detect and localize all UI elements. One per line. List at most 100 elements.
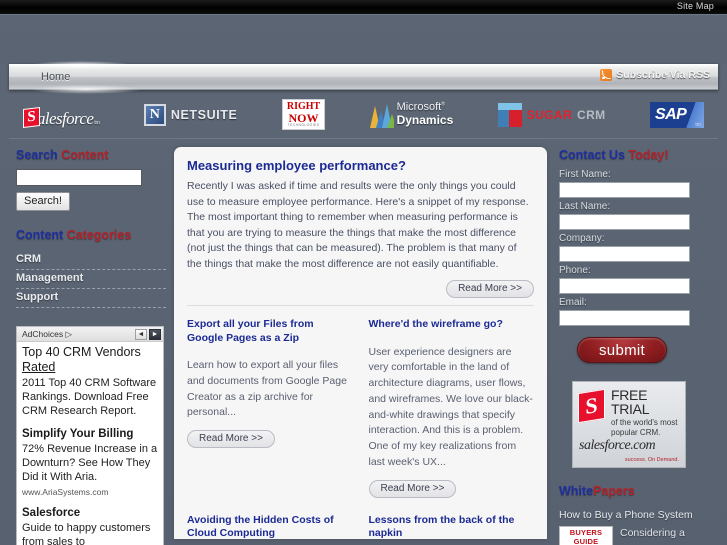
ad-item: Simplify Your Billing 72% Revenue Increa…: [22, 428, 158, 497]
sap-wordmark: SAP: [654, 105, 687, 123]
site-map-link[interactable]: Site Map: [677, 1, 714, 11]
whitepaper-title[interactable]: How to Buy a Phone System: [559, 509, 708, 521]
whitepaper-thumbnail[interactable]: BUYERS GUIDE VoIP / VIRTUAL: [559, 526, 613, 545]
search-heading-part2: Content: [61, 148, 109, 162]
whitepapers-heading-part2: Papers: [593, 484, 635, 498]
ad-description: Guide to happy customers from sales to: [22, 522, 151, 545]
last-name-field[interactable]: [559, 214, 690, 230]
ad-pager: ◄ ►: [135, 328, 161, 340]
netsuite-mark: N: [143, 103, 166, 126]
featured-article-title[interactable]: Measuring employee performance?: [187, 158, 534, 173]
first-name-field[interactable]: [559, 182, 690, 198]
category-item-crm[interactable]: CRM: [16, 251, 166, 270]
logo-sap[interactable]: SAP tm: [649, 101, 704, 128]
search-heading: Search Content: [16, 148, 166, 162]
featured-readmore-row: Read More >>: [187, 280, 534, 299]
content-divider: [187, 305, 534, 307]
search-input[interactable]: [16, 169, 142, 186]
dynamics-swoosh-icon: [369, 102, 394, 128]
rss-icon: [600, 69, 613, 81]
ad-description: 2011 Top 40 CRM Software Rankings. Downl…: [22, 376, 157, 417]
contact-heading-part1: Contact Us: [559, 148, 625, 162]
ad-item: Salesforce Guide to happy customers from…: [22, 507, 158, 545]
salesforce-mark: S: [23, 106, 40, 128]
categories-heading-part2: Categories: [66, 228, 132, 242]
adchoices-link[interactable]: AdChoices ▷: [22, 329, 72, 340]
whitepaper-row: BUYERS GUIDE VoIP / VIRTUAL Considering …: [559, 526, 708, 545]
rightnow-line3: TECHNOLOGIES: [287, 123, 320, 128]
category-list: CRM Management Support: [16, 251, 166, 308]
ad-title-link[interactable]: Salesforce: [22, 507, 158, 521]
category-item-management[interactable]: Management: [16, 270, 166, 289]
read-more-button[interactable]: Read More >>: [446, 280, 534, 299]
page-body: Search Content Search! Content Categorie…: [0, 139, 727, 545]
article-grid-row-1: Export all your Files from Google Pages …: [187, 318, 534, 513]
categories-heading-part1: Content: [16, 228, 64, 242]
logo-rightnow[interactable]: RIGHT NOW TECHNOLOGIES: [281, 99, 326, 130]
adchoices-triangle-icon: ▷: [65, 328, 73, 339]
salesforce-wordmark: alesforcetm: [37, 108, 100, 128]
phone-field[interactable]: [559, 278, 690, 294]
ad-next-icon[interactable]: ►: [149, 328, 161, 340]
netsuite-wordmark: NETSUITE: [170, 107, 238, 122]
banner-tagline: success. On Demand.: [624, 457, 679, 463]
dynamics-wordmark: Microsoft® Dynamics: [396, 101, 454, 127]
article-grid-row-2: Avoiding the Hidden Costs of Cloud Compu…: [187, 514, 534, 545]
search-heading-part1: Search: [16, 148, 58, 162]
banner-headline: FREE TRIAL: [611, 387, 650, 417]
read-more-button[interactable]: Read More >>: [187, 430, 275, 449]
read-more-button[interactable]: Read More >>: [368, 479, 457, 498]
submit-row: submit: [559, 337, 708, 363]
logo-microsoft-dynamics[interactable]: Microsoft® Dynamics: [369, 101, 454, 128]
article-title[interactable]: Lessons from the back of the napkin: [369, 514, 535, 541]
salesforce-free-trial-banner[interactable]: S FREE TRIAL of the world's most popular…: [572, 381, 686, 468]
nav-item-home[interactable]: Home: [41, 71, 70, 83]
article-excerpt: Learn how to export all your files and d…: [187, 359, 347, 419]
ad-body: Top 40 CRM Vendors Rated 2011 Top 40 CRM…: [17, 342, 163, 545]
article-excerpt: User experience designers are very comfo…: [368, 345, 533, 468]
left-sidebar: Search Content Search! Content Categorie…: [9, 139, 174, 545]
subscribe-rss-link[interactable]: Subscribe Via RSS: [600, 69, 710, 81]
banner-subtext: of the world's most popular CRM.: [611, 418, 678, 437]
sugarcrm-word1: SUGAR: [526, 107, 573, 122]
category-item-support[interactable]: Support: [16, 289, 166, 308]
contact-heading: Contact Us Today!: [559, 148, 708, 162]
top-utility-bar: Site Map: [0, 0, 727, 14]
email-field[interactable]: [559, 310, 690, 326]
ad-header: AdChoices ▷ ◄ ►: [17, 327, 163, 342]
submit-button[interactable]: submit: [577, 337, 667, 363]
phone-label: Phone:: [559, 265, 591, 276]
email-label: Email:: [559, 297, 587, 308]
article-title[interactable]: Avoiding the Hidden Costs of Cloud Compu…: [187, 514, 353, 541]
article-readmore-row: Read More >>: [187, 430, 353, 449]
featured-article-body: Recently I was asked if time and results…: [187, 180, 529, 270]
whitepaper-description: Considering a: [620, 527, 685, 539]
ad-description: 72% Revenue Increase in a Downturn? See …: [22, 443, 158, 484]
company-field[interactable]: [559, 246, 690, 262]
article-title[interactable]: Where'd the wireframe go?: [369, 318, 535, 331]
article-title[interactable]: Export all your Files from Google Pages …: [187, 318, 353, 345]
logo-netsuite[interactable]: N NETSUITE: [143, 103, 238, 126]
ad-prev-icon[interactable]: ◄: [135, 328, 147, 340]
search-button[interactable]: Search!: [16, 192, 70, 211]
logo-salesforce[interactable]: S alesforcetm: [23, 103, 100, 128]
categories-heading: Content Categories: [16, 228, 166, 242]
article-card: Avoiding the Hidden Costs of Cloud Compu…: [187, 514, 353, 545]
navigation-bar: Home Subscribe Via RSS: [9, 61, 718, 94]
ad-title-link[interactable]: Top 40 CRM Vendors Rated: [22, 345, 158, 375]
article-card: Where'd the wireframe go? User experienc…: [368, 318, 535, 513]
whitepapers-heading: WhitePapers: [559, 484, 708, 498]
sugarcrm-word2: CRM: [577, 107, 606, 122]
sap-tm: tm: [695, 121, 701, 128]
last-name-label: Last Name:: [559, 201, 611, 212]
article-readmore-row: Read More >>: [368, 479, 535, 498]
ad-title-link[interactable]: Simplify Your Billing: [22, 428, 158, 442]
main-navigation: Home Subscribe Via RSS: [9, 61, 718, 94]
ad-item: Top 40 CRM Vendors Rated 2011 Top 40 CRM…: [22, 345, 158, 418]
partner-logo-strip: S alesforcetm N NETSUITE RIGHT NOW TECHN…: [9, 91, 718, 139]
whitepapers-heading-part1: White: [559, 484, 594, 498]
rss-label: Subscribe Via RSS: [616, 69, 710, 81]
sugarcrm-cube-icon: [497, 102, 522, 127]
first-name-label: First Name:: [559, 169, 611, 180]
logo-sugarcrm[interactable]: SUGAR CRM: [497, 102, 606, 127]
